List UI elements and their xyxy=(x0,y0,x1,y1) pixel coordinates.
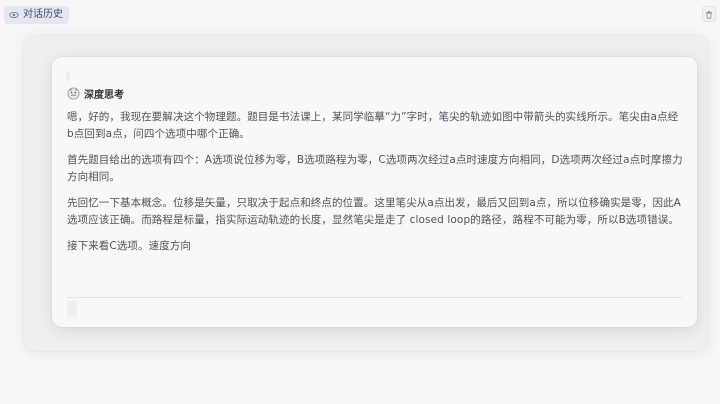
eye-icon xyxy=(9,10,19,20)
think-paragraph: 先回忆一下基本概念。位移是矢量，只取决于起点和终点的位置。这里笔尖从a点出发，最… xyxy=(67,197,681,226)
fade-placeholder xyxy=(66,71,70,81)
history-tab-label: 对话历史 xyxy=(23,9,63,20)
deep-think-card: 深度思考 嗯，好的，我现在要解决这个物理题。题目是书法课上，某同学临摹“力”字时… xyxy=(52,57,697,327)
app-window: 对话历史 深度思考 嗯，好的，我现在要解决这个物理题。题目是书法课上，某同学临摹… xyxy=(0,0,720,404)
trash-icon xyxy=(705,10,713,19)
deep-think-content: 嗯，好的，我现在要解决这个物理题。题目是书法课上，某同学临摹“力”字时，笔尖的轨… xyxy=(67,109,684,264)
deep-think-header[interactable]: 深度思考 xyxy=(67,86,124,101)
delete-history-button[interactable] xyxy=(702,6,716,22)
history-tab[interactable]: 对话历史 xyxy=(4,6,69,24)
think-paragraph: 首先题目给出的选项有四个：A选项说位移为零，B选项路程为零，C选项两次经过a点时… xyxy=(67,154,683,183)
deep-think-icon xyxy=(67,87,80,100)
think-paragraph: 接下来看C选项。速度方向 xyxy=(67,240,192,252)
fade-placeholder xyxy=(67,301,77,317)
think-paragraph: 嗯，好的，我现在要解决这个物理题。题目是书法课上，某同学临摹“力”字时，笔尖的轨… xyxy=(67,111,679,140)
divider xyxy=(67,297,682,298)
deep-think-title: 深度思考 xyxy=(84,90,124,101)
